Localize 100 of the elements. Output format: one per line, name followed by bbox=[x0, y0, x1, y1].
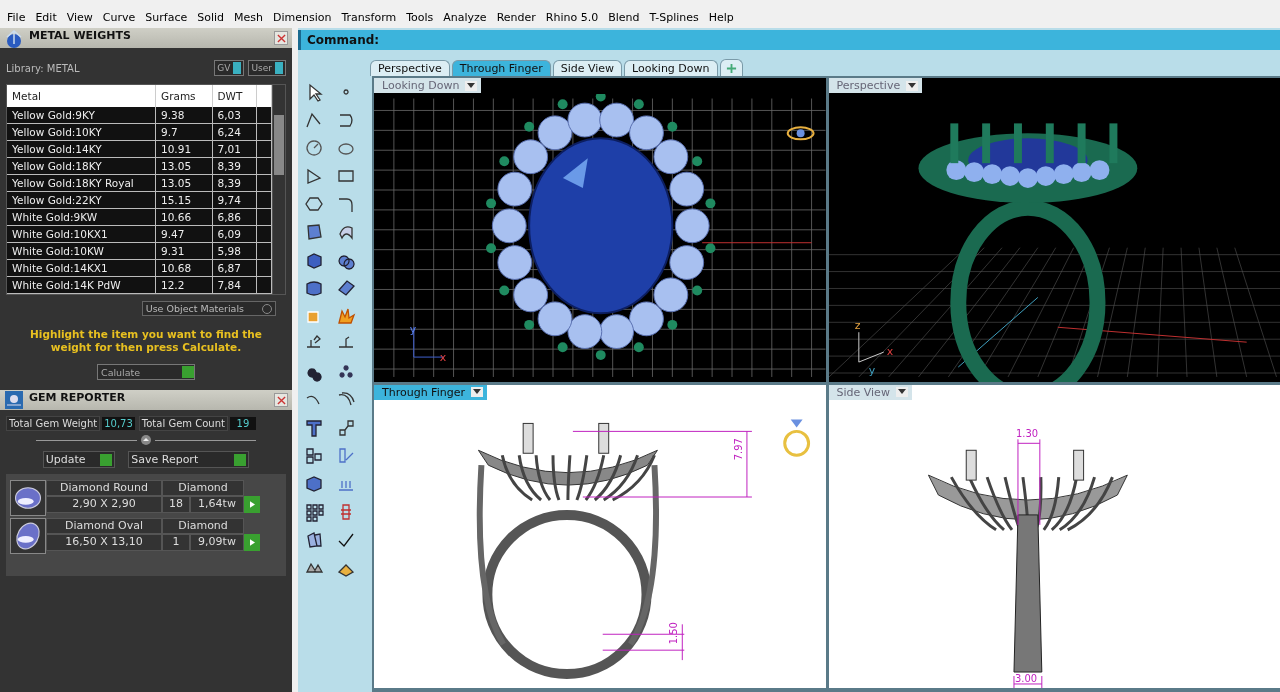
table-cell: 6,03 bbox=[212, 107, 257, 124]
table-cell: White Gold:10KX1 bbox=[7, 225, 156, 243]
scrollbar[interactable] bbox=[272, 85, 285, 294]
axis-label: x bbox=[439, 351, 447, 365]
table-cell: 9.31 bbox=[155, 242, 212, 260]
total-count-value: 19 bbox=[229, 417, 256, 431]
total-weight-value: 10,73 bbox=[102, 417, 135, 431]
gem-go-button[interactable] bbox=[244, 496, 260, 514]
gem-material: Diamond bbox=[162, 518, 244, 535]
play-icon bbox=[249, 501, 255, 509]
viewport-label[interactable]: Perspective bbox=[828, 78, 923, 93]
close-button[interactable] bbox=[274, 31, 288, 45]
table-cell: 13.05 bbox=[155, 174, 212, 192]
viewport-label[interactable]: Side View bbox=[828, 384, 912, 400]
text-t-icon[interactable] bbox=[304, 418, 324, 438]
grid-icon[interactable] bbox=[304, 502, 324, 522]
dropdown-caret-icon bbox=[465, 80, 478, 91]
table-cell: White Gold:9KW bbox=[7, 208, 156, 226]
gem-material: Diamond bbox=[162, 480, 244, 497]
column-header[interactable]: Grams bbox=[155, 85, 212, 107]
table-cell: White Gold:14K PdW bbox=[7, 276, 156, 294]
viewport-label[interactable]: Looking Down bbox=[374, 78, 482, 93]
gem-count: 1 bbox=[162, 534, 190, 552]
menu-item[interactable]: Surface bbox=[140, 8, 193, 26]
ring-icon bbox=[787, 127, 814, 140]
mesh-surface-icon[interactable] bbox=[336, 278, 356, 298]
close-button[interactable] bbox=[274, 393, 288, 408]
hexagon-icon[interactable] bbox=[304, 194, 324, 214]
table-cell: 6,24 bbox=[212, 123, 257, 141]
cylinder-icon[interactable] bbox=[304, 278, 324, 298]
gem-name: Diamond Oval bbox=[46, 518, 162, 535]
gem-size: 16,50 X 13,10 bbox=[46, 534, 162, 552]
gem-go-button[interactable] bbox=[244, 534, 260, 552]
menu-item[interactable]: T-Splines bbox=[644, 8, 704, 26]
solid-box-icon[interactable] bbox=[304, 474, 324, 494]
dimension-label: 3.00 bbox=[1014, 672, 1037, 684]
viewport-tab[interactable]: Through Finger bbox=[451, 60, 551, 76]
table-cell: 6,86 bbox=[212, 208, 257, 226]
table-cell: 9,74 bbox=[212, 191, 257, 209]
axis-label: z bbox=[854, 319, 861, 333]
table-cell: 13.05 bbox=[155, 157, 212, 175]
table-cell: 7,01 bbox=[212, 140, 257, 158]
collapse-handle-icon[interactable] bbox=[141, 435, 151, 446]
total-count-label: Total Gem Count bbox=[138, 416, 228, 432]
table-cell: 6,09 bbox=[212, 225, 257, 243]
table-cell: Yellow Gold:9KY bbox=[7, 107, 156, 124]
update-button[interactable]: Update bbox=[42, 451, 115, 469]
table-cell: 15.15 bbox=[155, 191, 212, 209]
table-cell: Yellow Gold:18KY Royal bbox=[7, 174, 156, 192]
explode-icon[interactable] bbox=[336, 306, 356, 326]
dimension-label: 7.97 bbox=[732, 437, 744, 460]
dimension-label: 1.30 bbox=[1015, 427, 1038, 439]
gem-weight: 9,09tw bbox=[190, 534, 244, 552]
axis-label: x bbox=[886, 345, 893, 359]
menu-item[interactable]: Mesh bbox=[229, 8, 268, 26]
column-header[interactable]: DWT bbox=[212, 85, 257, 107]
menu-item[interactable]: Help bbox=[703, 8, 739, 26]
menu-item[interactable]: Curve bbox=[97, 8, 141, 26]
menu-item[interactable]: Rhino 5.0 bbox=[540, 8, 604, 26]
report-icon bbox=[4, 390, 24, 411]
toggle-button[interactable]: User bbox=[248, 60, 286, 76]
table-cell: 9.47 bbox=[155, 225, 212, 243]
viewport-tab[interactable]: Looking Down bbox=[624, 60, 718, 76]
menu-item[interactable]: Dimension bbox=[268, 8, 337, 26]
array-icon[interactable] bbox=[304, 446, 324, 466]
menu-item[interactable]: Blend bbox=[603, 8, 645, 26]
gem-icon bbox=[10, 518, 46, 555]
menu-item[interactable]: Tools bbox=[401, 8, 439, 26]
menu-item[interactable]: Transform bbox=[336, 8, 402, 26]
command-bar[interactable]: Command: bbox=[298, 30, 1280, 50]
toggle-button[interactable]: GV bbox=[214, 60, 245, 76]
table-cell: 10.66 bbox=[155, 208, 212, 226]
viewport-tab[interactable]: Perspective bbox=[370, 60, 450, 76]
menu-item[interactable]: File bbox=[2, 8, 31, 26]
table-cell: Yellow Gold:10KY bbox=[7, 123, 156, 141]
plus-icon bbox=[725, 62, 737, 74]
gem-weight: 1,64tw bbox=[190, 496, 244, 514]
table-cell: Yellow Gold:18KY bbox=[7, 157, 156, 175]
table-cell: 9.38 bbox=[155, 107, 212, 124]
column-header[interactable]: Metal bbox=[7, 85, 156, 107]
dropdown-caret-icon bbox=[895, 387, 908, 397]
menu-item[interactable]: Analyze bbox=[438, 8, 492, 26]
menu-item[interactable]: Render bbox=[491, 8, 541, 26]
gem-icon bbox=[10, 480, 46, 517]
blocks-icon[interactable] bbox=[304, 530, 324, 550]
menu-item[interactable]: View bbox=[61, 8, 98, 26]
menu-item[interactable]: Edit bbox=[30, 8, 62, 26]
table-cell: 7,84 bbox=[212, 276, 257, 294]
calculate-button[interactable]: Calulate bbox=[97, 364, 195, 381]
surface-icon[interactable] bbox=[304, 222, 324, 242]
menu-item[interactable]: Solid bbox=[192, 8, 229, 26]
save-report-button[interactable]: Save Report bbox=[128, 451, 250, 469]
table-cell: 10.68 bbox=[155, 259, 212, 277]
axis-drawing bbox=[857, 331, 884, 363]
total-weight-label: Total Gem Weight bbox=[6, 416, 101, 432]
viewport-tab[interactable]: Side View bbox=[552, 60, 623, 76]
dimension-label: 1.50 bbox=[668, 621, 680, 644]
panel-title: GEM REPORTER bbox=[29, 391, 127, 405]
use-object-materials-toggle[interactable]: Use Object Materials bbox=[141, 301, 276, 316]
viewport-label[interactable]: Through Finger bbox=[374, 384, 487, 400]
